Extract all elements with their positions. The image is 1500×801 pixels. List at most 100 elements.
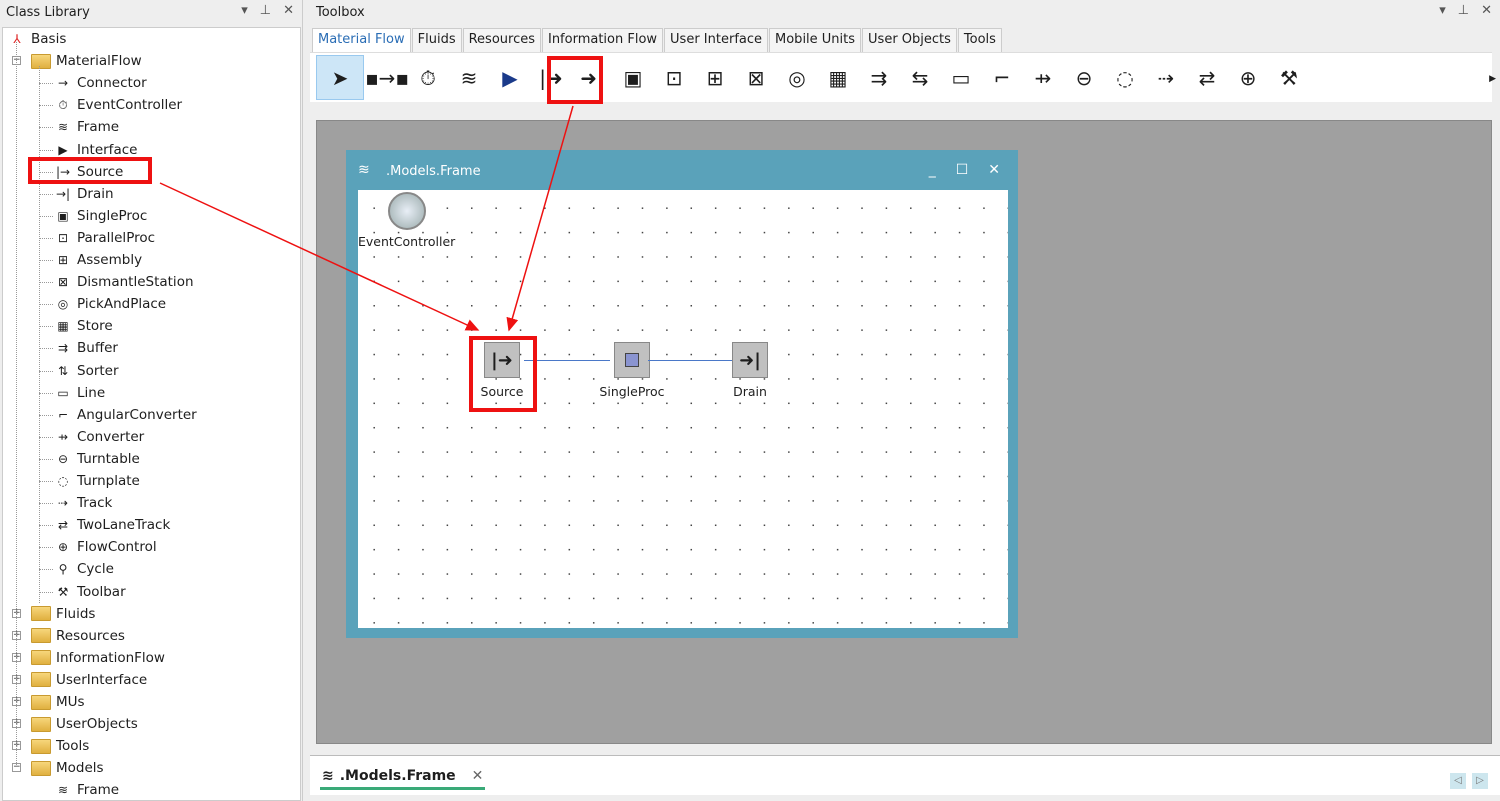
tree-item-informationflow[interactable]: InformationFlow <box>31 647 165 669</box>
tree-item-resources-label: Resources <box>56 627 125 644</box>
tree-item-buffer[interactable]: ⇉ Buffer <box>53 337 118 359</box>
tree-item-materialflow[interactable]: MaterialFlow <box>31 50 142 72</box>
tab-information-flow[interactable]: Information Flow <box>541 28 664 52</box>
dropdown-icon[interactable]: ▾ <box>1439 3 1446 18</box>
maximize-icon[interactable]: ☐ <box>956 162 969 178</box>
tree-item-flowcontrol[interactable]: ⊕ FlowControl <box>53 536 157 558</box>
assembly-icon[interactable]: ⊞ <box>697 58 733 98</box>
tree-item-line[interactable]: ▭ Line <box>53 382 105 404</box>
buffer-icon: ⇉ <box>57 341 69 356</box>
tab-material-flow[interactable]: Material Flow <box>312 28 411 53</box>
tree-item-pickandplace[interactable]: ◎ PickAndPlace <box>53 293 166 315</box>
tree-item-cycle[interactable]: ⚲ Cycle <box>53 558 114 580</box>
drain-icon: →| <box>55 186 71 201</box>
tree-item-models-frame[interactable]: ≋ Frame <box>53 779 119 801</box>
turnplate-icon[interactable]: ◌ <box>1107 58 1143 98</box>
tab-fluids[interactable]: Fluids <box>411 28 462 52</box>
tree-line <box>39 458 53 460</box>
tree-item-toolbar[interactable]: ⚒ Toolbar <box>53 581 126 603</box>
tree-item-track-label: Track <box>77 495 113 512</box>
close-icon[interactable]: ✕ <box>1481 3 1492 18</box>
folder-icon <box>31 760 51 776</box>
cycle-icon: ⚲ <box>58 562 68 577</box>
twolanetrack-icon[interactable]: ⇄ <box>1189 58 1225 98</box>
connector-line[interactable] <box>648 360 732 361</box>
tree-item-userobjects[interactable]: UserObjects <box>31 713 138 735</box>
sorter-icon[interactable]: ⇆ <box>902 58 938 98</box>
close-tab-icon[interactable]: ✕ <box>472 768 484 784</box>
track-icon[interactable]: ⇢ <box>1148 58 1184 98</box>
tree-item-twolanetrack[interactable]: ⇄ TwoLaneTrack <box>53 514 170 536</box>
minimize-icon[interactable]: _ <box>929 162 936 178</box>
tree-item-userinterface[interactable]: UserInterface <box>31 669 147 691</box>
tree-item-angularconverter[interactable]: ⌐ AngularConverter <box>53 404 197 426</box>
pointer-icon[interactable]: ➤ <box>316 55 364 100</box>
tree-item-drain[interactable]: →| Drain <box>53 183 114 205</box>
tree-line <box>39 127 53 129</box>
parallelproc-icon[interactable]: ⊡ <box>656 58 692 98</box>
interface-icon[interactable]: ▶ <box>492 58 528 98</box>
tree-item-sorter[interactable]: ⇅ Sorter <box>53 360 119 382</box>
document-tab[interactable]: ≋ .Models.Frame ✕ <box>320 766 486 790</box>
tree-item-models[interactable]: Models <box>31 757 104 779</box>
tree-item-eventcontroller[interactable]: ⏱ EventController <box>53 94 182 116</box>
tree-item-dismantlestation[interactable]: ⊠ DismantleStation <box>53 271 194 293</box>
folder-icon <box>31 694 51 710</box>
tree-item-parallelproc[interactable]: ⊡ ParallelProc <box>53 227 155 249</box>
tree-item-turnplate[interactable]: ◌ Turnplate <box>53 470 140 492</box>
tree-item-fluids[interactable]: Fluids <box>31 603 95 625</box>
tree-item-sorter-label: Sorter <box>77 362 119 379</box>
tree-item-resources[interactable]: Resources <box>31 625 125 647</box>
tree-item-mus[interactable]: MUs <box>31 691 85 713</box>
buffer-icon[interactable]: ⇉ <box>861 58 897 98</box>
pin-icon[interactable]: ⊥ <box>260 3 271 18</box>
tree-item-connector[interactable]: → Connector <box>53 72 147 94</box>
toolbar-icon[interactable]: ⚒ <box>1271 58 1307 98</box>
tab-user-objects[interactable]: User Objects <box>862 28 957 52</box>
scroll-right-icon[interactable]: ▶ <box>1489 74 1496 84</box>
close-icon[interactable]: ✕ <box>283 3 294 18</box>
dismantle-icon[interactable]: ⊠ <box>738 58 774 98</box>
singleproc-object[interactable]: SingleProc <box>594 342 670 399</box>
tab-user-interface[interactable]: User Interface <box>664 28 769 52</box>
singleproc-icon[interactable]: ▣ <box>615 58 651 98</box>
tree-item-assembly[interactable]: ⊞ Assembly <box>53 249 142 271</box>
tree-line <box>39 392 53 394</box>
tree-item-track[interactable]: ⇢ Track <box>53 492 112 514</box>
tree-line <box>39 414 53 416</box>
turntable-icon[interactable]: ⊖ <box>1066 58 1102 98</box>
frame-canvas[interactable]: EventController |➜ Source SingleProc ➜| Dr… <box>358 190 1008 628</box>
tree-item-eventcontroller-label: EventController <box>77 97 183 114</box>
tree-item-store[interactable]: ▦ Store <box>53 315 113 337</box>
tree-item-converter[interactable]: ⇸ Converter <box>53 426 144 448</box>
scroll-left-button[interactable]: ◁ <box>1450 773 1466 789</box>
interface-icon: ▶ <box>58 142 68 157</box>
scroll-right-button[interactable]: ▷ <box>1472 773 1488 789</box>
connector-icon[interactable]: ▪→▪ <box>365 58 409 98</box>
drain-object[interactable]: ➜| Drain <box>720 342 780 399</box>
tab-tools[interactable]: Tools <box>957 28 1002 52</box>
close-icon[interactable]: ✕ <box>988 162 1000 178</box>
eventcontroller-object[interactable]: EventController <box>358 192 455 249</box>
tree-item-turntable[interactable]: ⊖ Turntable <box>53 448 140 470</box>
line-icon[interactable]: ▭ <box>943 58 979 98</box>
tree-line <box>39 503 53 505</box>
flowcontrol-icon[interactable]: ⊕ <box>1230 58 1266 98</box>
stopwatch-icon <box>387 192 426 230</box>
turntable-icon: ⊖ <box>57 451 69 466</box>
tree-item-store-label: Store <box>77 318 113 335</box>
stopwatch-icon[interactable]: ⏱ <box>410 58 446 98</box>
tab-mobile-units[interactable]: Mobile Units <box>769 28 862 52</box>
angular-converter-icon[interactable]: ⌐ <box>984 58 1020 98</box>
converter-icon[interactable]: ⇸ <box>1025 58 1061 98</box>
frame-icon[interactable]: ≋ <box>451 58 487 98</box>
tree-item-frame[interactable]: ≋ Frame <box>53 116 119 138</box>
pin-icon[interactable]: ⊥ <box>1458 3 1469 18</box>
store-icon[interactable]: ▦ <box>820 58 856 98</box>
pickandplace-icon[interactable]: ◎ <box>779 58 815 98</box>
folder-icon <box>31 606 51 622</box>
tree-item-singleproc[interactable]: ▣ SingleProc <box>53 205 147 227</box>
dropdown-icon[interactable]: ▾ <box>241 3 248 18</box>
tab-resources[interactable]: Resources <box>462 28 541 52</box>
tree-item-tools[interactable]: Tools <box>31 735 89 757</box>
